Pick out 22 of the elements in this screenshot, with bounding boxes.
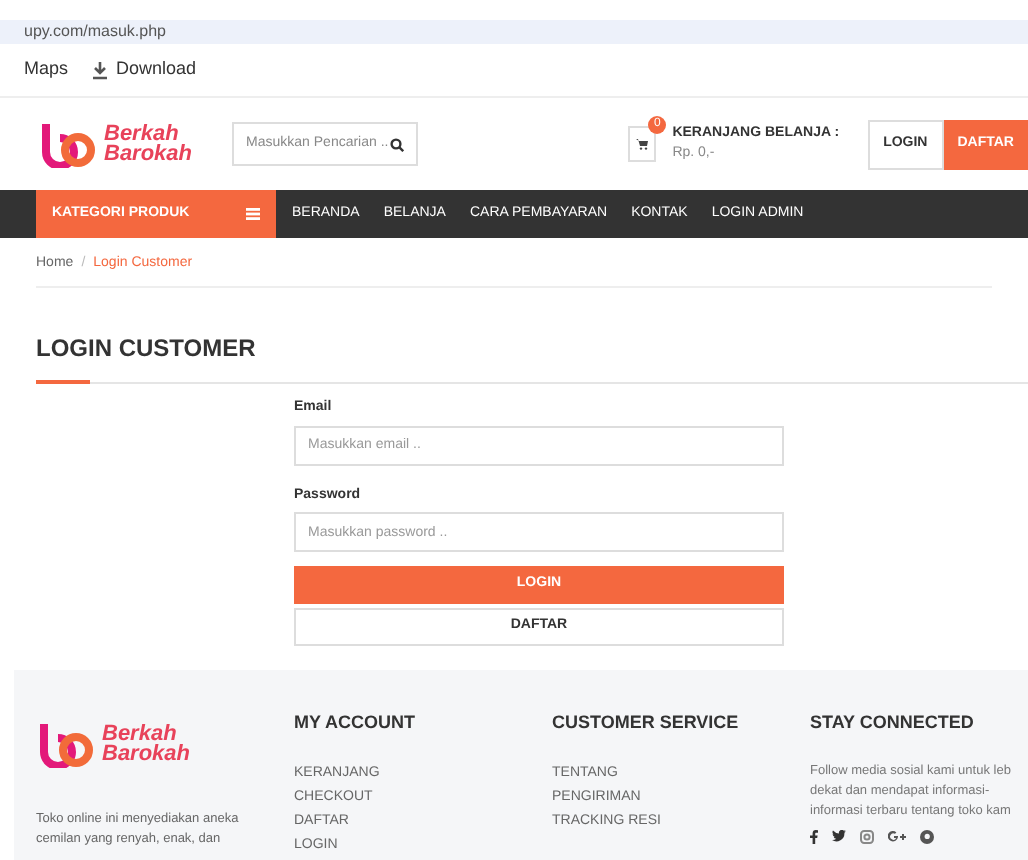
bookmark-link[interactable]: Download (92, 56, 197, 84)
download-icon (92, 61, 109, 79)
twitter-icon[interactable] (832, 830, 846, 842)
instagram-icon[interactable] (860, 829, 874, 843)
bookmark-link[interactable]: Maps (24, 56, 69, 84)
logo-icon (40, 120, 100, 168)
search-icon (390, 137, 405, 151)
logo-text: Barokah (102, 744, 191, 764)
page-title: LOGIN CUSTOMER (36, 332, 256, 364)
logo-text: Berkah (104, 124, 179, 144)
list-icon (246, 208, 260, 220)
logo-text: Barokah (104, 144, 193, 164)
title-underline (36, 380, 90, 384)
column-heading: CUSTOMER SERVICE (552, 710, 739, 736)
cart-icon (636, 138, 649, 150)
logo-text: Berkah (102, 724, 177, 744)
column-heading: MY ACCOUNT (294, 710, 415, 736)
url-text[interactable]: upy.com/masuk.php (24, 24, 166, 40)
column-heading: STAY CONNECTED (810, 710, 976, 736)
logo-icon (38, 720, 98, 768)
facebook-icon[interactable] (810, 829, 818, 843)
google-plus-icon[interactable] (888, 829, 906, 843)
